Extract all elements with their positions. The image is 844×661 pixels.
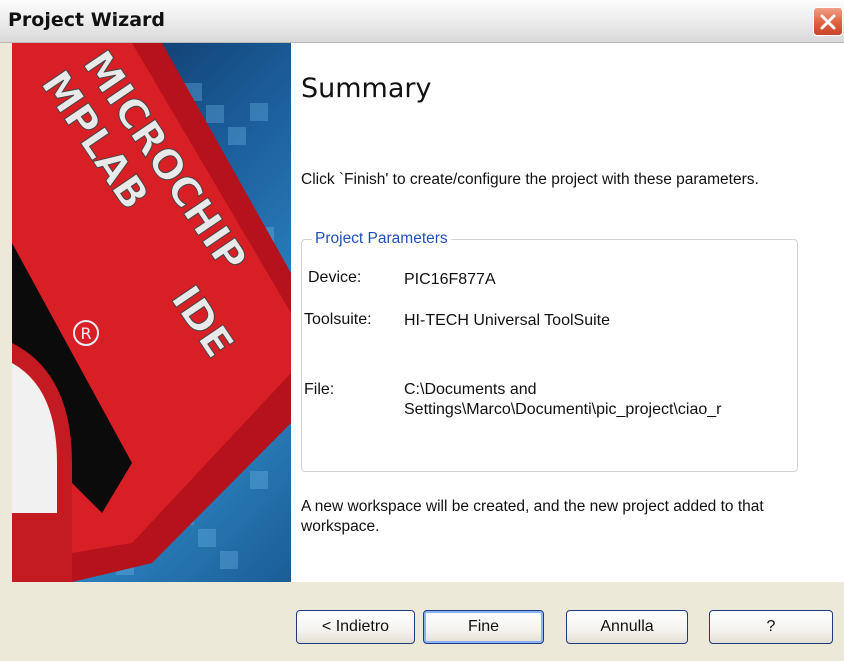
toolsuite-label: Toolsuite: <box>304 311 372 328</box>
toolsuite-value: HI-TECH Universal ToolSuite <box>404 312 610 329</box>
title-bar[interactable]: Project Wizard <box>0 0 844 43</box>
back-button[interactable]: < Indietro <box>296 610 415 644</box>
device-label: Device: <box>308 269 362 286</box>
svg-text:R: R <box>80 324 91 343</box>
finish-button[interactable]: Fine <box>423 610 544 644</box>
page-title: Summary <box>301 73 432 104</box>
device-value: PIC16F877A <box>404 271 496 288</box>
file-value-line-1: C:\Documents and <box>404 381 537 398</box>
file-value-line-2: Settings\Marco\Documenti\pic_project\cia… <box>404 401 722 418</box>
footer-text: A new workspace will be created, and the… <box>301 498 764 535</box>
mplab-banner-image: R MICROCHIP MPLAB IDE <box>12 43 291 582</box>
summary-panel: Summary Click `Finish' to create/configu… <box>291 43 844 582</box>
intro-text: Click `Finish' to create/configure the p… <box>301 171 759 188</box>
group-title: Project Parameters <box>312 230 451 248</box>
help-button[interactable]: ? <box>709 610 833 644</box>
window-title: Project Wizard <box>8 9 166 31</box>
close-icon <box>820 14 836 29</box>
close-button[interactable] <box>813 7 843 36</box>
project-wizard-dialog: Project Wizard R MICROCHIP MPLAB IDE Sum… <box>0 0 844 661</box>
project-parameters-group: Project Parameters Device: PIC16F877A To… <box>301 230 798 472</box>
cancel-button[interactable]: Annulla <box>566 610 688 644</box>
file-label: File: <box>304 381 335 398</box>
wizard-content: R MICROCHIP MPLAB IDE Summary Click `Fin… <box>12 43 844 582</box>
